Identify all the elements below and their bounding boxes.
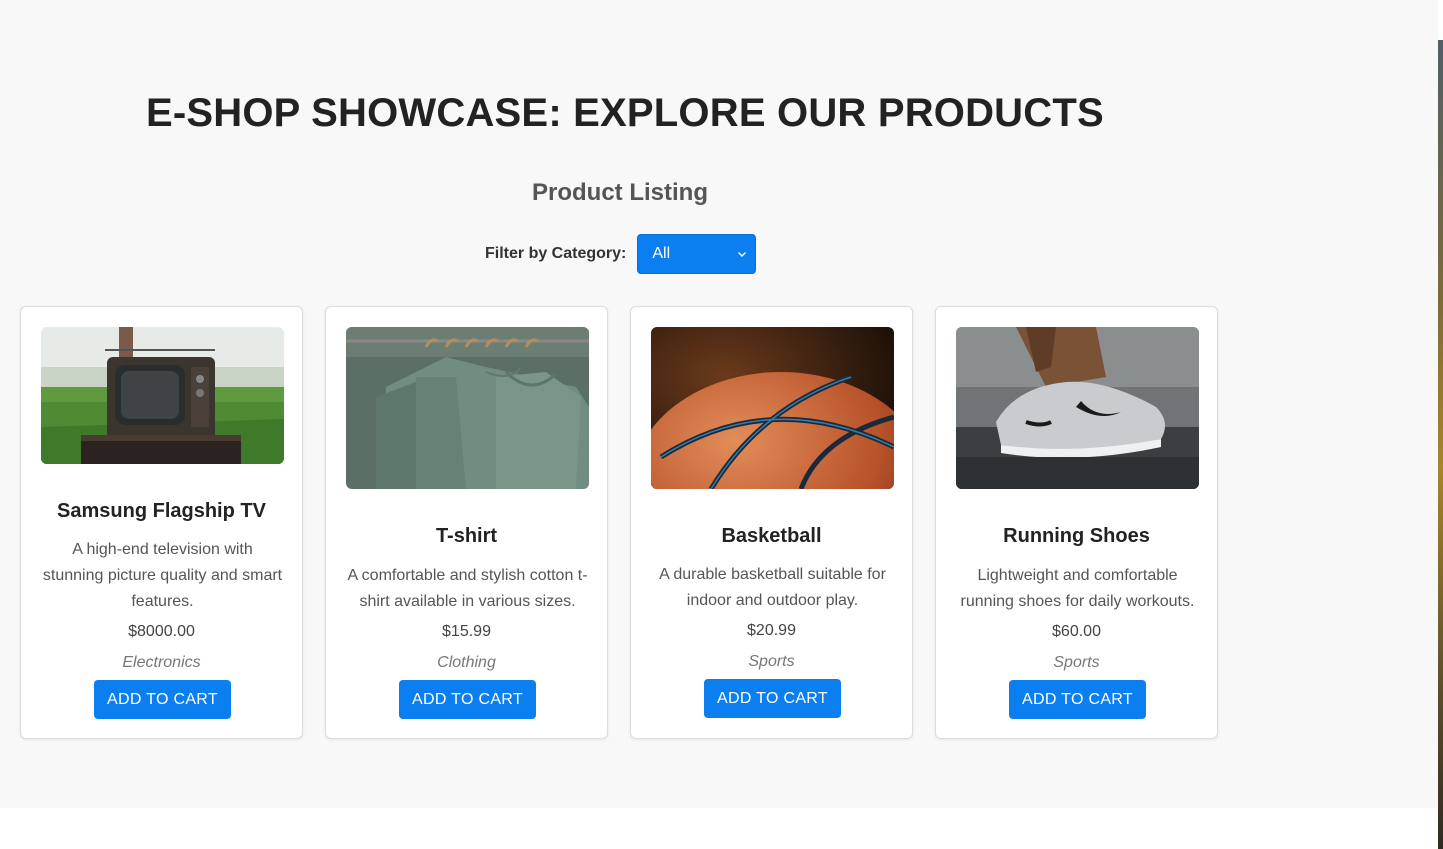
category-filter: Filter by Category: All <box>485 234 757 274</box>
product-card: Samsung Flagship TV A high-end televisio… <box>20 306 303 739</box>
product-card: Running Shoes Lightweight and comfortabl… <box>935 306 1218 739</box>
product-name: Samsung Flagship TV <box>57 500 266 522</box>
product-category: Clothing <box>437 654 496 671</box>
product-image <box>956 327 1199 489</box>
category-select-value: All <box>652 245 671 262</box>
product-card: T-shirt A comfortable and stylish cotton… <box>325 306 608 739</box>
product-name: Running Shoes <box>1003 525 1150 547</box>
product-price: $60.00 <box>1052 623 1101 640</box>
product-price: $15.99 <box>442 623 491 640</box>
product-description: A comfortable and stylish cotton t-shirt… <box>347 567 588 610</box>
add-to-cart-button[interactable]: ADD TO CART <box>1009 680 1146 719</box>
product-card: Basketball A durable basketball suitable… <box>630 306 913 739</box>
product-name: Basketball <box>721 525 822 547</box>
add-to-cart-button[interactable]: ADD TO CART <box>399 680 536 719</box>
add-to-cart-button[interactable]: ADD TO CART <box>704 679 841 718</box>
product-price: $8000.00 <box>128 623 195 640</box>
add-to-cart-button[interactable]: ADD TO CART <box>94 680 231 719</box>
product-name: T-shirt <box>435 525 498 547</box>
product-image <box>346 327 589 489</box>
background-window-edge <box>1438 0 1443 849</box>
product-image <box>651 327 894 489</box>
product-description: A high-end television with stunning pict… <box>42 541 283 610</box>
product-image <box>41 327 284 464</box>
section-title: Product Listing <box>532 179 708 206</box>
background-window-edge-top <box>1438 0 1443 40</box>
product-price: $20.99 <box>747 622 796 639</box>
product-category: Electronics <box>122 654 201 671</box>
page-title: E-SHOP SHOWCASE: EXPLORE OUR PRODUCTS <box>146 91 1104 135</box>
page-background: E-SHOP SHOWCASE: EXPLORE OUR PRODUCTS Pr… <box>0 0 1438 808</box>
product-description: Lightweight and comfortable running shoe… <box>960 567 1195 610</box>
product-category: Sports <box>1053 654 1100 671</box>
chevron-down-icon <box>738 252 747 257</box>
product-description: A durable basketball suitable for indoor… <box>659 566 886 609</box>
category-select[interactable]: All <box>637 234 757 274</box>
product-category: Sports <box>748 653 795 670</box>
filter-label: Filter by Category: <box>485 245 627 262</box>
